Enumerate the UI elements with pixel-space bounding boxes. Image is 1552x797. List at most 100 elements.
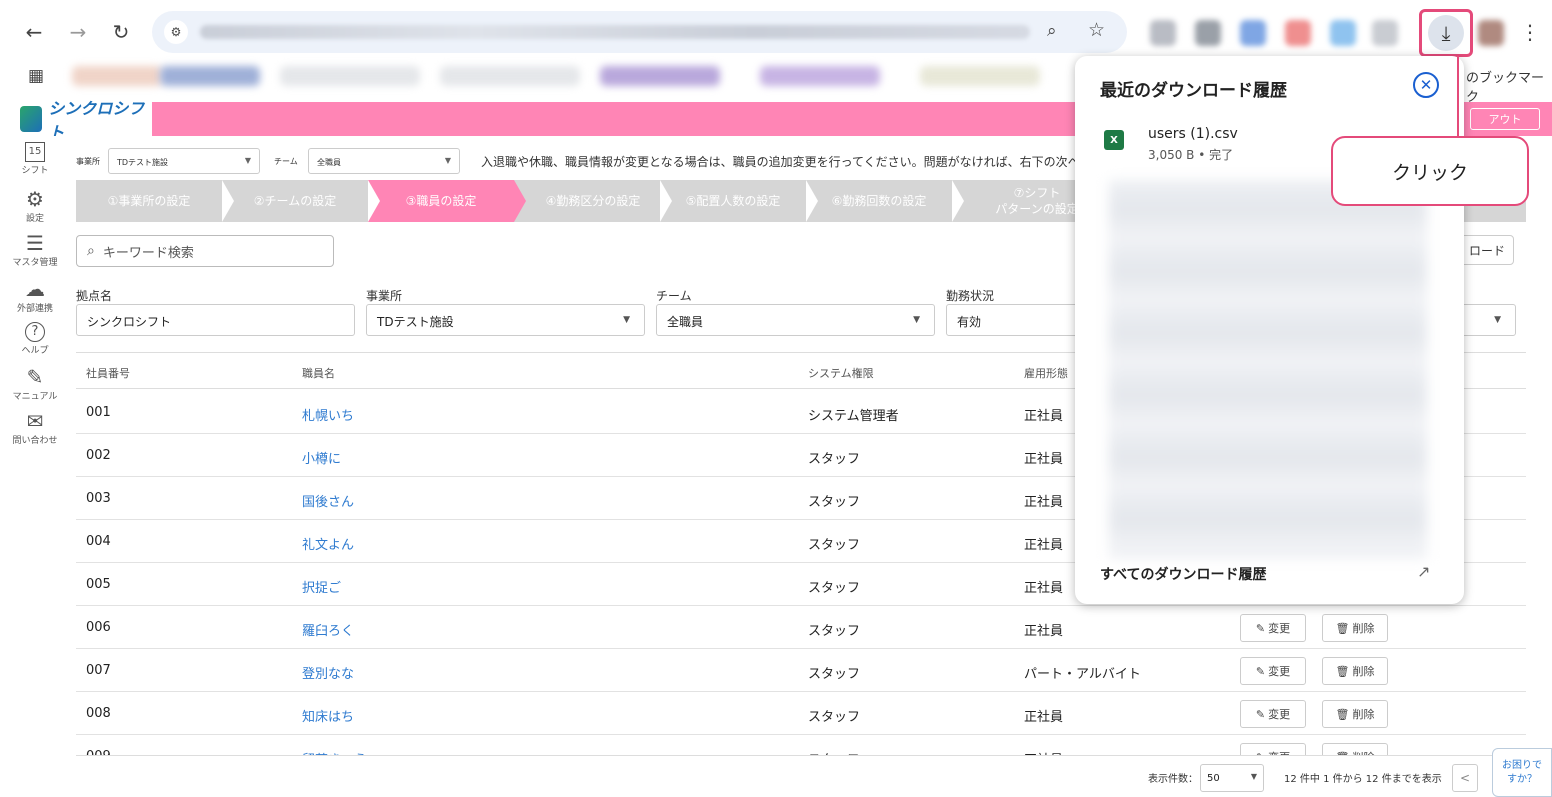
extension-icon[interactable] xyxy=(1240,20,1266,46)
app-logo[interactable]: シンクロシフト xyxy=(0,99,152,142)
cell-id: 003 xyxy=(86,491,111,506)
sidebar-item-help[interactable]: ? ヘルプ xyxy=(0,322,70,356)
delete-button[interactable]: 🗑削除 xyxy=(1322,743,1388,755)
download-csv-button[interactable]: ロード xyxy=(1460,235,1514,265)
bookmark-item[interactable] xyxy=(440,66,580,86)
range-text: 12 件中 1 件から 12 件までを表示 xyxy=(1284,774,1442,785)
team-select[interactable]: 全職員 ▼ xyxy=(656,304,935,336)
search-placeholder: キーワード検索 xyxy=(102,245,194,261)
chevron-down-icon: ▼ xyxy=(1494,315,1501,325)
step-divider xyxy=(368,180,380,222)
cell-name-link[interactable]: 札幌いち xyxy=(302,405,354,424)
per-page-select[interactable]: 50 ▼ xyxy=(1200,764,1264,792)
step-work-class[interactable]: ④勤務区分の設定 xyxy=(526,180,660,222)
close-icon[interactable]: ✕ xyxy=(1413,72,1439,98)
address-bar[interactable]: ⚙ ⌕ ☆ xyxy=(152,11,1127,53)
edit-button[interactable]: ✎変更 xyxy=(1240,700,1306,728)
chevron-down-icon: ▼ xyxy=(1250,772,1257,781)
chevron-down-icon: ▼ xyxy=(623,315,630,325)
bookmark-item[interactable] xyxy=(760,66,880,86)
cell-name-link[interactable]: 小樽に xyxy=(302,448,341,467)
cell-role: スタッフ xyxy=(808,710,861,725)
base-label: 拠点名 xyxy=(76,289,113,303)
delete-button[interactable]: 🗑削除 xyxy=(1322,657,1388,685)
office-select[interactable]: TDテスト施設 ▼ xyxy=(366,304,645,336)
download-list-redacted xyxy=(1109,180,1427,558)
sidebar-item-shift[interactable]: 15 シフト xyxy=(0,142,70,176)
apps-grid-icon[interactable]: ▦ xyxy=(28,66,44,86)
header-id[interactable]: 社員番号 xyxy=(86,365,130,381)
pencil-icon: ✎ xyxy=(1255,664,1266,678)
header-name[interactable]: 職員名 xyxy=(302,365,335,381)
all-downloads-link[interactable]: すべてのダウンロード履歴 xyxy=(1100,564,1266,584)
cell-id: 006 xyxy=(86,620,111,635)
trash-icon: 🗑 xyxy=(1335,664,1350,678)
cell-name-link[interactable]: 登別なな xyxy=(302,663,354,682)
cell-id: 005 xyxy=(86,577,111,592)
sidebar-item-label: マニュアル xyxy=(12,392,58,402)
bookmark-item[interactable] xyxy=(280,66,420,86)
step-work-count[interactable]: ⑥勤務回数の設定 xyxy=(806,180,952,222)
step-staffing[interactable]: ⑤配置人数の設定 xyxy=(660,180,806,222)
download-button[interactable]: ⤓ xyxy=(1419,9,1473,57)
back-icon[interactable]: ← xyxy=(20,18,48,46)
delete-button[interactable]: 🗑削除 xyxy=(1322,614,1388,642)
header-role[interactable]: システム権限 xyxy=(808,365,874,381)
cell-type: 正社員 xyxy=(1024,452,1064,467)
cell-name-link[interactable]: 知床はち xyxy=(302,706,354,725)
cell-id: 001 xyxy=(86,405,111,420)
site-settings-icon[interactable]: ⚙ xyxy=(164,20,188,44)
prev-page-button[interactable]: < xyxy=(1452,764,1478,792)
extension-icon[interactable] xyxy=(1150,20,1176,46)
cell-name-link[interactable]: 択捉ご xyxy=(302,577,341,596)
download-file-name[interactable]: users (1).csv xyxy=(1148,126,1238,142)
edit-button[interactable]: ✎変更 xyxy=(1240,657,1306,685)
sidebar-item-manual[interactable]: ✎ マニュアル xyxy=(0,366,70,402)
pencil-icon: ✎ xyxy=(1255,707,1266,721)
menu-kebab-icon[interactable]: ⋮ xyxy=(1516,18,1544,46)
help-chat-badge[interactable]: お困りで すか？ xyxy=(1492,748,1552,797)
edit-button[interactable]: ✎変更 xyxy=(1240,743,1306,755)
bookmark-item[interactable] xyxy=(600,66,720,86)
sidebar-item-label: 外部連携 xyxy=(16,304,53,314)
sidebar-item-master[interactable]: ☰ マスタ管理 xyxy=(0,232,70,268)
extension-icon[interactable] xyxy=(1195,20,1221,46)
profile-avatar[interactable] xyxy=(1478,20,1504,46)
sidebar-item-settings[interactable]: ⚙ 設定 xyxy=(0,188,70,224)
cell-type: 正社員 xyxy=(1024,495,1064,510)
logout-button[interactable]: アウト xyxy=(1470,108,1540,130)
step-office[interactable]: ①事業所の設定 xyxy=(76,180,222,222)
pencil-icon: ✎ xyxy=(1255,621,1266,635)
search-input[interactable]: ⌕ キーワード検索 xyxy=(76,235,334,267)
bookmark-item[interactable] xyxy=(920,66,1040,86)
forward-icon[interactable]: → xyxy=(64,18,92,46)
status-value: 有効 xyxy=(957,315,982,329)
extension-icon[interactable] xyxy=(1330,20,1356,46)
sidebar-item-label: マスタ管理 xyxy=(12,258,58,268)
cell-name-link[interactable]: 羅臼ろく xyxy=(302,620,354,639)
cell-role: スタッフ xyxy=(808,624,861,639)
edit-button[interactable]: ✎変更 xyxy=(1240,614,1306,642)
reload-icon[interactable]: ↻ xyxy=(107,18,135,46)
sidebar-item-integration[interactable]: ☁ 外部連携 xyxy=(0,278,70,314)
edit-label: 変更 xyxy=(1268,708,1291,721)
step-staff[interactable]: ③職員の設定 xyxy=(368,180,514,222)
step-team[interactable]: ②チームの設定 xyxy=(222,180,368,222)
bookmark-item[interactable] xyxy=(72,66,162,86)
cell-name-link[interactable]: 国後さん xyxy=(302,491,354,510)
sidebar-item-contact[interactable]: ✉ 問い合わせ xyxy=(0,410,70,446)
team-mini-select[interactable]: 全職員 ▼ xyxy=(308,148,460,174)
cell-type: 正社員 xyxy=(1024,624,1064,639)
delete-button[interactable]: 🗑削除 xyxy=(1322,700,1388,728)
cell-name-link[interactable]: 礼文よん xyxy=(302,534,354,553)
open-external-icon[interactable]: ↗ xyxy=(1417,562,1430,581)
bookmark-item[interactable] xyxy=(160,66,260,86)
extension-icon[interactable] xyxy=(1372,20,1398,46)
star-icon[interactable]: ☆ xyxy=(1088,19,1105,41)
office-mini-select[interactable]: TDテスト施設 ▼ xyxy=(108,148,260,174)
all-bookmarks-label[interactable]: のブックマーク xyxy=(1466,67,1552,105)
help-icon: ? xyxy=(25,322,45,342)
extension-icon[interactable] xyxy=(1285,20,1311,46)
zoom-icon[interactable]: ⌕ xyxy=(1047,21,1057,41)
header-type[interactable]: 雇用形態 xyxy=(1024,365,1068,381)
